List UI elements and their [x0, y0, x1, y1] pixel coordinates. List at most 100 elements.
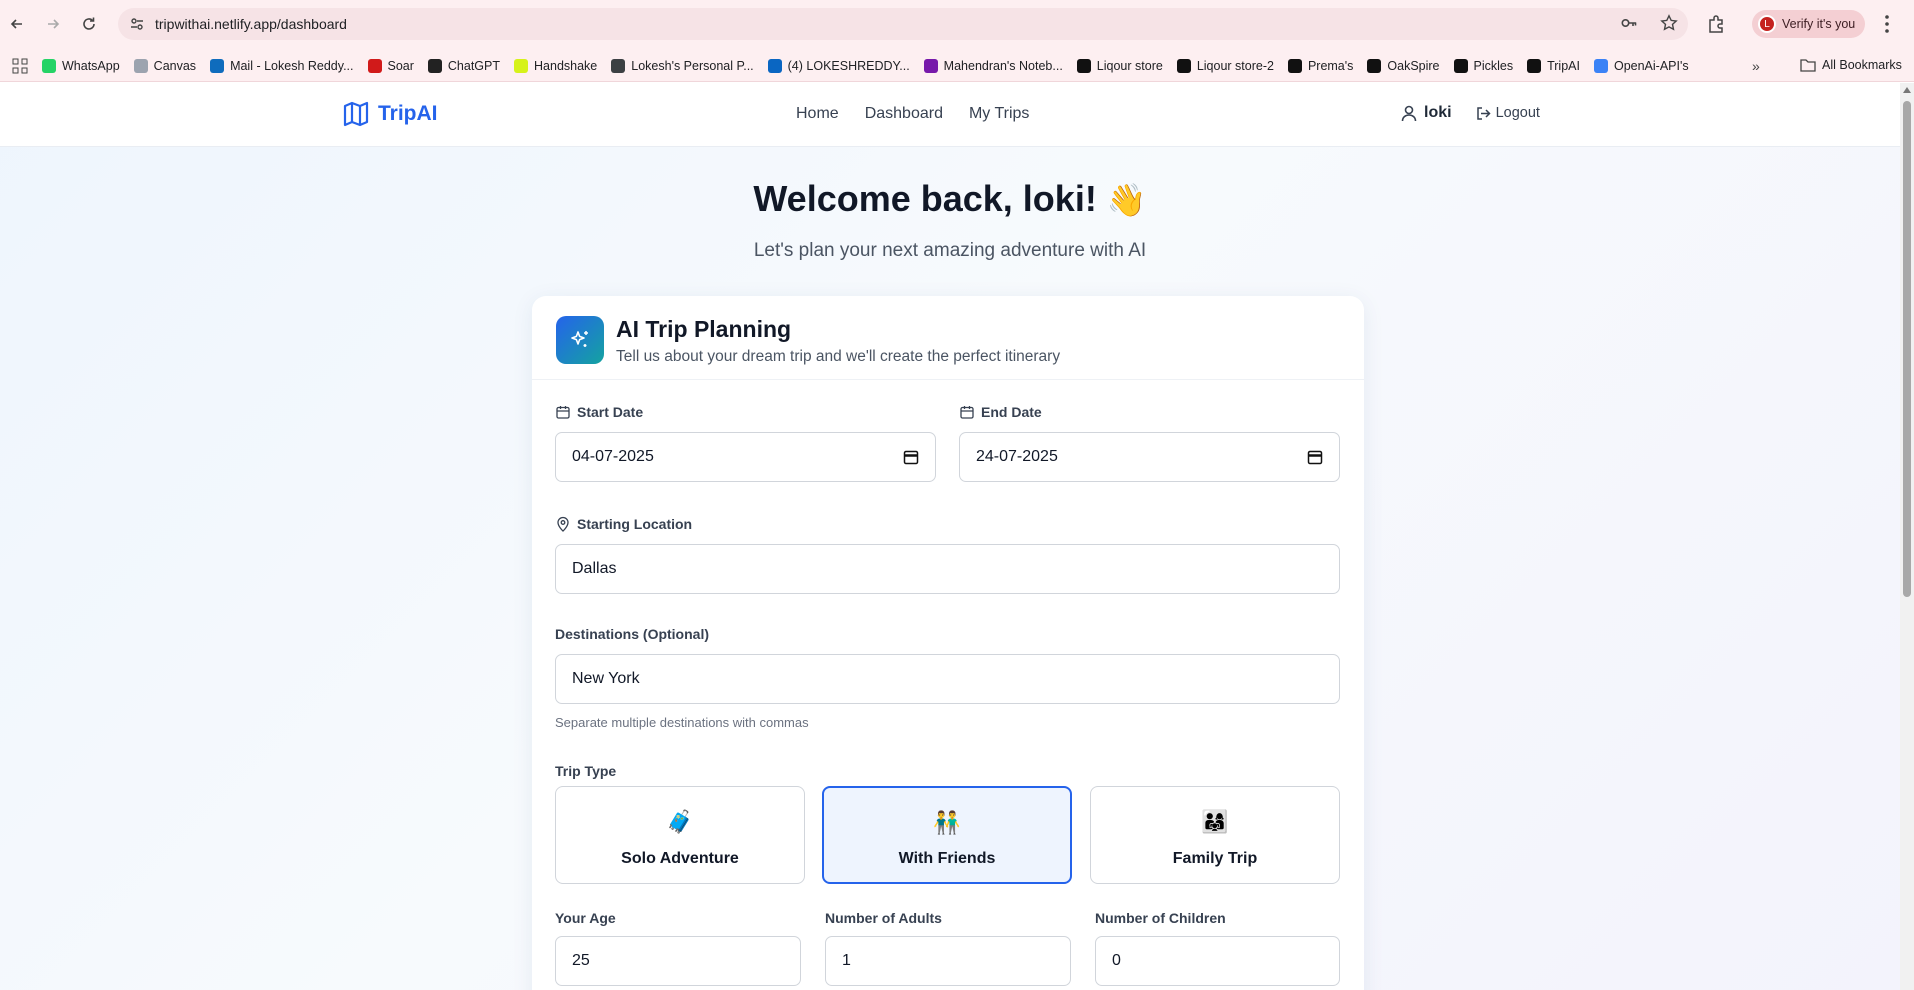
calendar-picker-icon[interactable] [1307, 449, 1323, 465]
end-date-label: End Date [960, 404, 1042, 420]
bookmark-label: ChatGPT [447, 58, 501, 73]
bookmark-item[interactable]: Pickles [1453, 58, 1514, 73]
trip-type-friends-label: With Friends [898, 850, 996, 867]
trip-type-family-label: Family Trip [1172, 850, 1258, 867]
scroll-up-icon[interactable] [1903, 87, 1911, 93]
starting-location-input[interactable]: Dallas [555, 544, 1340, 594]
bookmarks-overflow-icon[interactable]: » [1752, 58, 1760, 74]
age-value: 25 [572, 952, 590, 969]
bookmark-item[interactable]: Mahendran's Noteb... [923, 58, 1063, 73]
bolt-icon [1076, 58, 1091, 73]
adults-input[interactable]: 1 [825, 936, 1071, 986]
welcome-text: Welcome back, loki! [753, 178, 1097, 219]
extensions-icon[interactable] [1706, 14, 1726, 34]
folder-icon [1800, 59, 1816, 72]
linkedin-icon [767, 58, 782, 73]
bookmark-item[interactable]: Soar [367, 58, 414, 73]
brand-logo[interactable]: TripAI [342, 100, 438, 128]
bookmark-item[interactable]: Handshake [514, 58, 597, 73]
address-bar[interactable]: tripwithai.netlify.app/dashboard [118, 8, 1688, 40]
handshake-icon [514, 58, 529, 73]
star-icon[interactable] [1660, 14, 1678, 32]
browser-menu-icon[interactable] [1884, 14, 1890, 34]
card-title: AI Trip Planning [616, 316, 792, 342]
welcome-subtitle: Let's plan your next amazing adventure w… [753, 240, 1147, 261]
site-info-icon[interactable] [123, 10, 151, 38]
logout-button[interactable]: Logout [1476, 105, 1540, 121]
starting-location-label: Starting Location [556, 516, 692, 532]
profile-verify-chip[interactable]: L Verify it's you [1752, 10, 1866, 38]
bookmark-item[interactable]: TripAI [1527, 58, 1580, 73]
nav-home[interactable]: Home [796, 105, 839, 123]
bookmark-label: OpenAi-API's [1613, 58, 1689, 73]
bookmark-label: TripAI [1547, 58, 1580, 73]
verify-label: Verify it's you [1782, 17, 1856, 31]
waving-hand-icon: 👋 [1106, 182, 1147, 218]
bookmark-item[interactable]: Prema's [1287, 58, 1354, 73]
arrow-right-icon [48, 19, 60, 29]
bookmark-label: Pickles [1473, 58, 1514, 73]
destinations-hint: Separate multiple destinations with comm… [555, 715, 809, 730]
trip-planning-card: AI Trip Planning Tell us about your drea… [532, 296, 1364, 990]
apps-grid-icon[interactable] [12, 58, 28, 74]
bookmarks-bar: WhatsApp Canvas Mail - Lokesh Reddy... Soar… [0, 50, 1914, 82]
reload-button[interactable] [78, 13, 100, 35]
nav-my-trips[interactable]: My Trips [969, 105, 1029, 123]
age-label: Your Age [555, 910, 616, 926]
destinations-input[interactable]: New York [555, 654, 1340, 704]
openai-icon [1593, 58, 1608, 73]
bookmark-item[interactable]: Lokesh's Personal P... [611, 58, 754, 73]
trip-type-solo-option[interactable]: 🧳 Solo Adventure [555, 786, 805, 884]
bookmark-item[interactable]: Canvas [133, 58, 197, 73]
bookmark-label: WhatsApp [62, 58, 120, 73]
page-scrollbar[interactable] [1900, 83, 1914, 990]
scrollbar-thumb[interactable] [1903, 101, 1911, 597]
start-date-label-text: Start Date [577, 404, 644, 420]
calendar-icon [556, 406, 570, 419]
outlook-icon [210, 58, 225, 73]
start-date-value: 04-07-2025 [572, 448, 654, 465]
main-nav: Home Dashboard My Trips [796, 105, 1029, 123]
start-date-input[interactable]: 04-07-2025 [555, 432, 936, 482]
nav-dashboard[interactable]: Dashboard [865, 105, 943, 123]
bookmark-item[interactable]: OpenAi-API's [1593, 58, 1689, 73]
bookmark-label: Soar [387, 58, 414, 73]
calendar-icon [960, 406, 974, 419]
chatgpt-icon [427, 58, 442, 73]
bolt-icon [1287, 58, 1302, 73]
sparkles-icon [556, 316, 604, 364]
age-input[interactable]: 25 [555, 936, 801, 986]
soar-icon [367, 58, 382, 73]
bookmark-item[interactable]: ChatGPT [427, 58, 501, 73]
trip-type-family-option[interactable]: 👨‍👩‍👧 Family Trip [1090, 786, 1340, 884]
calendar-picker-icon[interactable] [903, 449, 919, 465]
bookmark-item[interactable]: Liqour store [1076, 58, 1163, 73]
end-date-input[interactable]: 24-07-2025 [959, 432, 1340, 482]
all-bookmarks-button[interactable]: All Bookmarks [1800, 58, 1902, 72]
globe-icon [611, 58, 626, 73]
page-viewport: TripAI Home Dashboard My Trips loki Logo… [0, 83, 1900, 990]
trip-type-label: Trip Type [555, 763, 617, 779]
bookmark-label: (4) LOKESHREDDY... [787, 58, 910, 73]
password-key-icon[interactable] [1620, 14, 1638, 32]
children-input[interactable]: 0 [1095, 936, 1340, 986]
bookmark-item[interactable]: Liqour store-2 [1176, 58, 1274, 73]
bookmark-item[interactable]: WhatsApp [42, 58, 120, 73]
bookmark-label: Liqour store [1096, 58, 1163, 73]
bookmark-item[interactable]: Mail - Lokesh Reddy... [210, 58, 354, 73]
app-header: TripAI Home Dashboard My Trips loki Logo… [0, 83, 1900, 147]
user-icon [1401, 105, 1417, 122]
end-date-value: 24-07-2025 [976, 448, 1058, 465]
bookmark-label: OakSpire [1387, 58, 1440, 73]
back-button[interactable] [6, 13, 28, 35]
bookmark-item[interactable]: (4) LOKESHREDDY... [767, 58, 910, 73]
arrow-left-icon [10, 19, 22, 29]
trip-type-friends-option[interactable]: 👬 With Friends [822, 786, 1072, 884]
bookmark-label: Canvas [153, 58, 197, 73]
bookmark-item[interactable]: OakSpire [1367, 58, 1440, 73]
card-header: AI Trip Planning Tell us about your drea… [532, 296, 1364, 380]
bookmark-label: Liqour store-2 [1196, 58, 1274, 73]
bookmark-label: Prema's [1307, 58, 1354, 73]
bolt-icon [1453, 58, 1468, 73]
forward-button[interactable] [42, 13, 64, 35]
